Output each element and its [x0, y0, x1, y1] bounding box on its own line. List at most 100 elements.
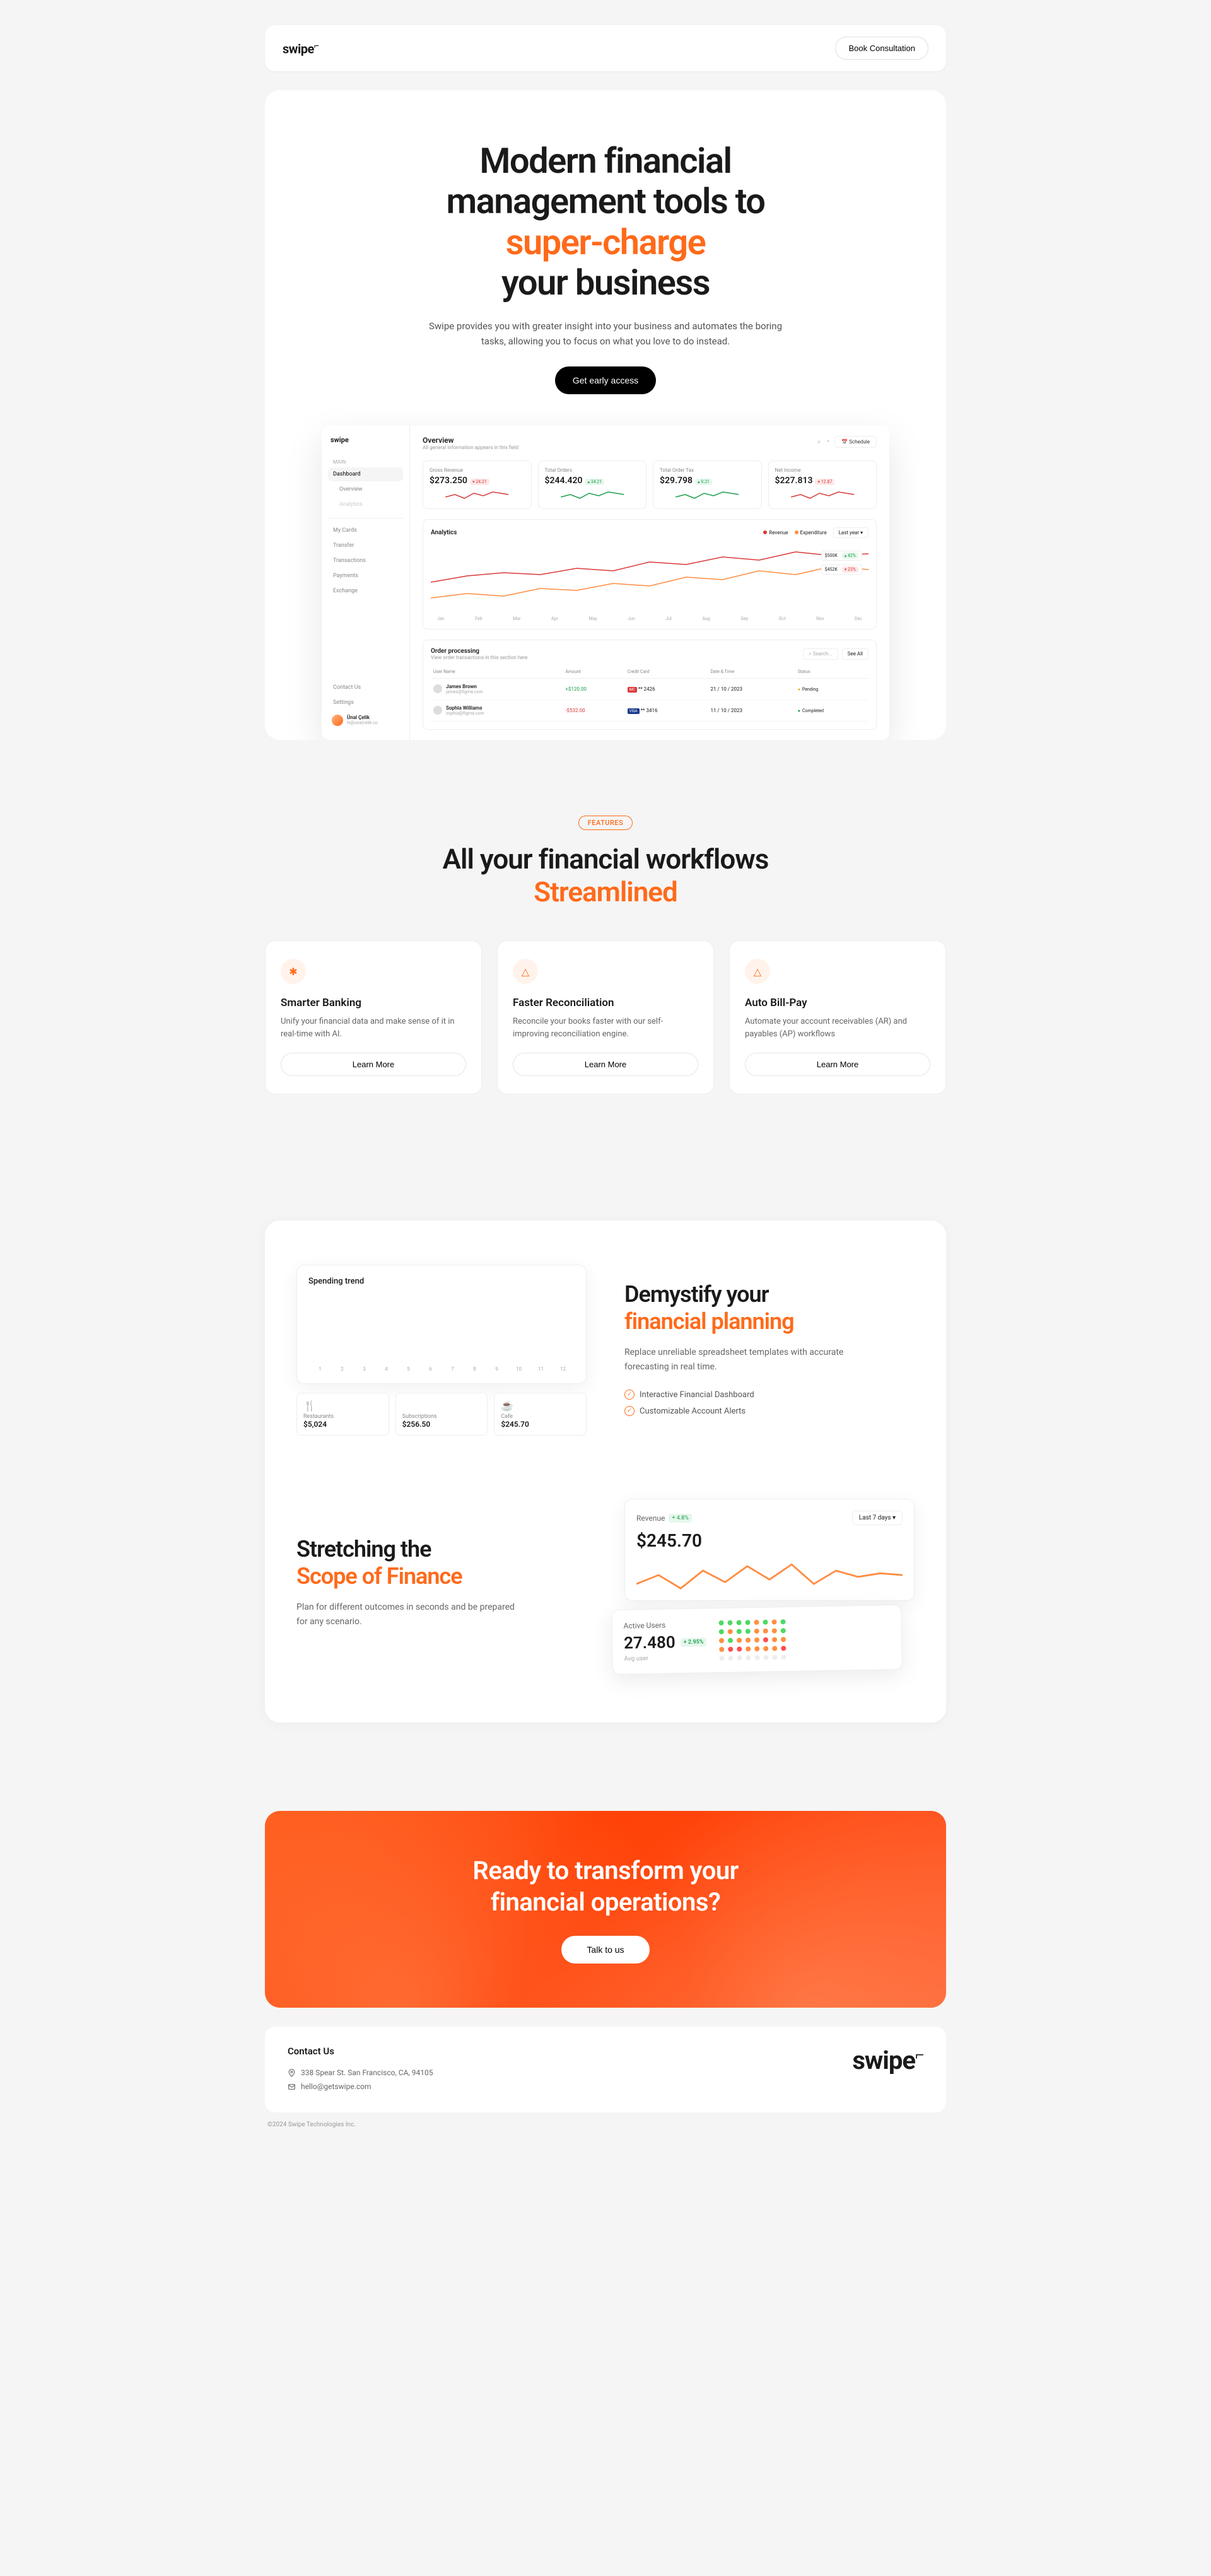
users-sub: Avg user	[624, 1654, 707, 1663]
feature-card: ✱Smarter BankingUnify your financial dat…	[265, 940, 482, 1094]
search-icon[interactable]: ⌕	[817, 438, 821, 445]
orders-sub: View order transactions in this section …	[431, 655, 527, 660]
dashboard-preview: swipe MAIN Dashboard Overview Analytics …	[322, 426, 889, 740]
feature-icon: ✱	[281, 959, 306, 984]
user-chip[interactable]: Ünal Çelik hi@unalcelik.co	[328, 711, 403, 730]
sidebar-item-contact[interactable]: Contact Us	[328, 681, 403, 694]
check-icon: ✓	[624, 1390, 635, 1400]
users-label: Active Users	[623, 1620, 706, 1630]
detail-section: Spending trend 123456789101112 🍴Restaura…	[265, 1221, 946, 1723]
callout-revenue: $500K ▴ 42%	[821, 551, 862, 561]
feature-title: Auto Bill-Pay	[745, 997, 930, 1009]
feature-title: Faster Reconciliation	[513, 997, 698, 1009]
mail-icon	[288, 2083, 296, 2091]
bell-icon[interactable]: ◔	[826, 438, 829, 445]
dashboard-sidebar: swipe MAIN Dashboard Overview Analytics …	[322, 426, 410, 740]
sidebar-item-transfer[interactable]: Transfer	[328, 539, 403, 553]
revenue-value: $245.70	[636, 1530, 903, 1551]
check-item: ✓Customizable Account Alerts	[624, 1403, 915, 1419]
sidebar-item-settings[interactable]: Settings	[328, 696, 403, 710]
legend-expenditure: Expenditure	[795, 530, 827, 536]
active-users-card: Active Users 27.480 + 2.95% Avg user	[611, 1605, 903, 1675]
sidebar-item-payments[interactable]: Payments	[328, 569, 403, 583]
features-heading: All your financial workflows Streamlined	[265, 843, 946, 910]
sidebar-item-dashboard[interactable]: Dashboard	[328, 467, 403, 481]
table-row[interactable]: James Brownjames@figma.com+$120.00MC ** …	[431, 678, 869, 700]
footer-title: Contact Us	[288, 2046, 433, 2057]
orders-panel: Order processing View order transactions…	[423, 640, 877, 730]
spending-mini-card: ☕Cafe$245.70	[494, 1393, 587, 1436]
location-icon	[288, 2069, 296, 2077]
sidebar-section-label: MAIN	[333, 459, 403, 465]
learn-more-button[interactable]: Learn More	[745, 1053, 930, 1076]
scope-body: Plan for different outcomes in seconds a…	[296, 1600, 524, 1629]
legend-revenue: Revenue	[763, 530, 788, 536]
users-dot-grid	[719, 1619, 787, 1661]
feature-icon: △	[513, 959, 538, 984]
spending-mini-card: 🍴Restaurants$5,024	[296, 1393, 389, 1436]
spending-title: Spending trend	[308, 1277, 575, 1286]
metric-card: Total Orders$244.420▴ 34.21	[538, 460, 647, 509]
check-item: ✓Interactive Financial Dashboard	[624, 1386, 915, 1403]
revenue-card: Revenue + 4.8% Last 7 days ▾ $245.70	[624, 1499, 915, 1601]
spending-mini-card: Subscriptions$256.50	[395, 1393, 488, 1436]
metric-card: Net Income$227.813▾ 12.87	[768, 460, 877, 509]
table-row[interactable]: Sophia Williamssophia@figma.com-$532.00V…	[431, 700, 869, 721]
learn-more-button[interactable]: Learn More	[513, 1053, 698, 1076]
footer-email[interactable]: hello@getswipe.com	[288, 2080, 433, 2093]
dashboard-title: Overview	[423, 436, 518, 445]
see-all-button[interactable]: See All	[842, 648, 869, 660]
feature-card: △ Faster Reconciliation Reconcile your boo…	[497, 940, 714, 1094]
sidebar-item-exchange[interactable]: Exchange	[328, 584, 403, 598]
analytics-title: Analytics	[431, 529, 457, 536]
dashboard-subtitle: All general information appears in this …	[423, 445, 518, 450]
hero-heading: Modern financial management tools to sup…	[290, 141, 921, 303]
check-icon: ✓	[624, 1406, 635, 1416]
demystify-heading: Demystify your financial planning	[624, 1281, 915, 1335]
navbar: swipe⌐ Book Consultation	[265, 25, 946, 71]
analytics-filter[interactable]: Last year ▾	[833, 527, 869, 538]
logo: swipe⌐	[283, 40, 319, 57]
orders-search[interactable]: ⌕ Search...	[803, 648, 838, 660]
feature-icon: △	[745, 959, 770, 984]
callout-expenditure: $452K ▾ 23%	[821, 565, 862, 575]
cta-heading: Ready to transform your financial operat…	[290, 1855, 921, 1918]
user-name: Ünal Çelik	[347, 715, 378, 720]
get-early-access-button[interactable]: Get early access	[555, 366, 656, 394]
hero: Modern financial management tools to sup…	[265, 90, 946, 740]
user-email: hi@unalcelik.co	[347, 720, 378, 725]
revenue-sparkline	[636, 1557, 903, 1589]
avatar	[332, 715, 343, 726]
users-value: 27.480 + 2.95%	[624, 1633, 707, 1653]
schedule-button[interactable]: 📅 Schedule	[834, 436, 877, 448]
feature-body: Automate your account receivables (AR) a…	[745, 1016, 930, 1040]
footer: Contact Us 338 Spear St. San Francisco, …	[265, 2027, 946, 2112]
sidebar-item-transactions[interactable]: Transactions	[328, 554, 403, 568]
scope-heading: Stretching the Scope of Finance	[296, 1536, 587, 1590]
metric-card: Gross Revenue$273.250▾ 24.21	[423, 460, 532, 509]
feature-body: Reconcile your books faster with our sel…	[513, 1016, 698, 1040]
sidebar-item-mycards[interactable]: My Cards	[328, 524, 403, 537]
spending-card: Spending trend 123456789101112	[296, 1265, 587, 1384]
talk-to-us-button[interactable]: Talk to us	[561, 1936, 649, 1964]
learn-more-button[interactable]: Learn More	[281, 1053, 466, 1076]
analytics-panel: Analytics Revenue Expenditure Last year …	[423, 519, 877, 629]
revenue-filter[interactable]: Last 7 days ▾	[852, 1511, 903, 1525]
analytics-chart: $500K ▴ 42% $452K ▾ 23%	[431, 544, 869, 614]
cta-banner: Ready to transform your financial operat…	[265, 1811, 946, 2008]
footer-address: 338 Spear St. San Francisco, CA, 94105	[288, 2066, 433, 2080]
dashboard-brand: swipe	[328, 436, 403, 444]
feature-body: Unify your financial data and make sense…	[281, 1016, 466, 1040]
copyright: ©2024 Swipe Technologies Inc.	[265, 2121, 946, 2128]
features-section: FEATURES All your financial workflows St…	[265, 740, 946, 1133]
features-pill: FEATURES	[578, 816, 633, 830]
metric-card: Total Order Tax$29.798▴ 9.31	[653, 460, 762, 509]
sidebar-item-analytics[interactable]: Analytics	[328, 498, 403, 512]
book-consultation-button[interactable]: Book Consultation	[835, 37, 928, 60]
orders-title: Order processing	[431, 648, 527, 655]
footer-logo: swipe⌐	[852, 2046, 923, 2075]
hero-subtext: Swipe provides you with greater insight …	[429, 319, 782, 349]
sidebar-item-overview[interactable]: Overview	[328, 483, 403, 496]
revenue-label: Revenue + 4.8%	[636, 1514, 692, 1523]
demystify-body: Replace unreliable spreadsheet templates…	[624, 1345, 851, 1374]
